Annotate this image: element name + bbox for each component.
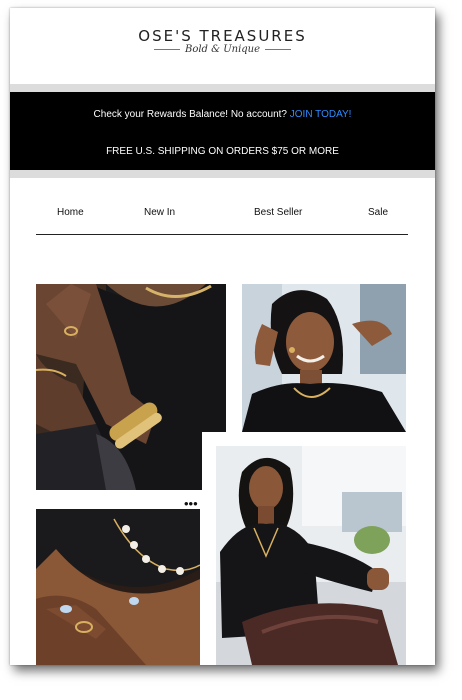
more-options-icon[interactable]: ••• (184, 496, 198, 511)
nav-best-seller[interactable]: Best Seller (254, 207, 302, 218)
woman-seated-outdoors-photo[interactable] (202, 432, 406, 665)
shipping-notice: FREE U.S. SHIPPING ON ORDERS $75 OR MORE (106, 146, 339, 157)
tagline-rule-left (153, 49, 180, 50)
rewards-text: Check your Rewards Balance! No account? (93, 109, 287, 120)
nav-new-in[interactable]: New In (144, 207, 175, 218)
pearl-necklace-image (36, 509, 200, 665)
brand-logo-title: OSE'S TREASURES (138, 27, 307, 45)
nav-home[interactable]: Home (57, 207, 84, 218)
nav-sale[interactable]: Sale (368, 207, 388, 218)
brand-tagline-text: Bold & Unique (184, 44, 261, 55)
pearl-necklace-ring-photo[interactable] (36, 509, 200, 665)
brand-logo-tagline: Bold & Unique (10, 44, 435, 55)
promo-banner: Check your Rewards Balance! No account? … (10, 92, 435, 170)
main-nav: Home New In Best Seller Sale (36, 204, 408, 235)
seated-woman-image (216, 446, 406, 665)
email-preview-frame: OSE'S TREASURES Bold & Unique Check your… (10, 8, 435, 665)
brand-header: OSE'S TREASURES Bold & Unique (10, 8, 435, 84)
tagline-rule-right (265, 49, 292, 50)
rewards-row: Check your Rewards Balance! No account? … (10, 109, 435, 120)
gold-bangles-arms-photo[interactable] (36, 284, 226, 490)
join-today-link[interactable]: JOIN TODAY! (290, 109, 352, 120)
smiling-woman-gold-earrings-photo[interactable] (242, 284, 406, 432)
gold-bangles-arms-image (36, 284, 226, 490)
section-separator (10, 170, 435, 178)
section-separator (10, 84, 435, 92)
smiling-woman-image (242, 284, 406, 432)
